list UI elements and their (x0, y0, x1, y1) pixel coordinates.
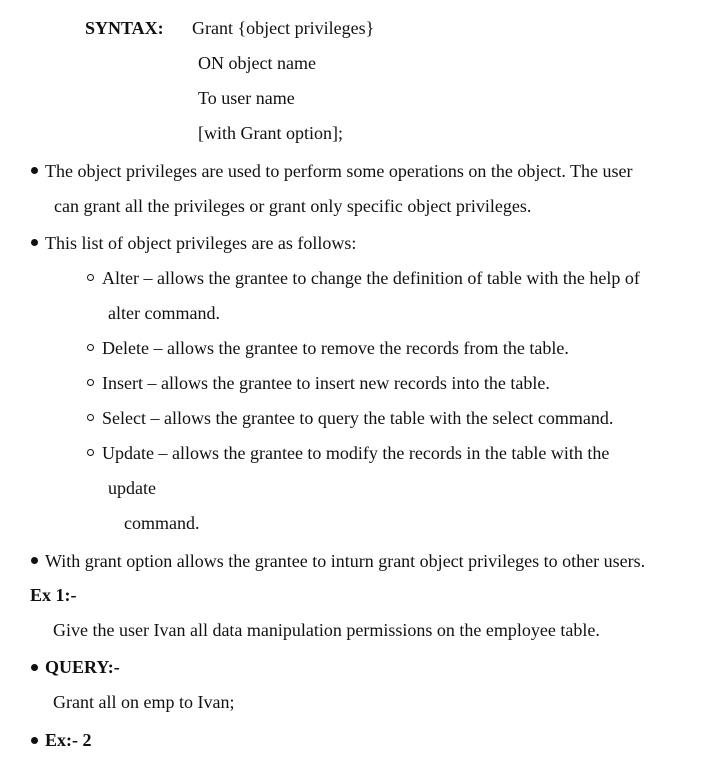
example1-label: Ex 1:- (30, 585, 77, 605)
privilege-delete: Delete – allows the grantee to remove th… (102, 338, 569, 358)
privilege-update-3: command. (124, 513, 200, 533)
privilege-list-intro: This list of object privileges are as fo… (45, 233, 357, 253)
privilege-alter-2: alter command. (108, 303, 220, 323)
privilege-update-1: Update – allows the grantee to modify th… (102, 443, 610, 463)
sub-bullet-icon (87, 449, 94, 456)
sub-bullet-icon (87, 414, 94, 421)
example1-text: Give the user Ivan all data manipulation… (53, 620, 600, 640)
privilege-select: Select – allows the grantee to query the… (102, 408, 614, 428)
sub-bullet-icon (87, 274, 94, 281)
query-text: Grant all on emp to Ivan; (53, 692, 235, 712)
with-grant-text: With grant option allows the grantee to … (45, 551, 646, 571)
bullet-icon (31, 239, 38, 246)
syntax-line-2: ON object name (198, 53, 316, 73)
bullet-icon (31, 167, 38, 174)
syntax-line-1: Grant {object privileges} (192, 18, 375, 38)
syntax-line-3: To user name (198, 88, 295, 108)
query-label: QUERY:- (45, 657, 120, 677)
bullet-icon (31, 737, 38, 744)
privilege-alter-1: Alter – allows the grantee to change the… (102, 268, 640, 288)
sub-bullet-icon (87, 379, 94, 386)
syntax-label: SYNTAX: (85, 18, 164, 38)
bullet-icon (31, 664, 38, 671)
example2-label: Ex:- 2 (45, 730, 92, 750)
object-privileges-text-1: The object privileges are used to perfor… (45, 161, 633, 181)
object-privileges-text-2: can grant all the privileges or grant on… (54, 196, 532, 216)
sub-bullet-icon (87, 344, 94, 351)
syntax-line-4: [with Grant option]; (198, 123, 343, 143)
privilege-update-2: update (108, 478, 156, 498)
privilege-insert: Insert – allows the grantee to insert ne… (102, 373, 550, 393)
bullet-icon (31, 557, 38, 564)
